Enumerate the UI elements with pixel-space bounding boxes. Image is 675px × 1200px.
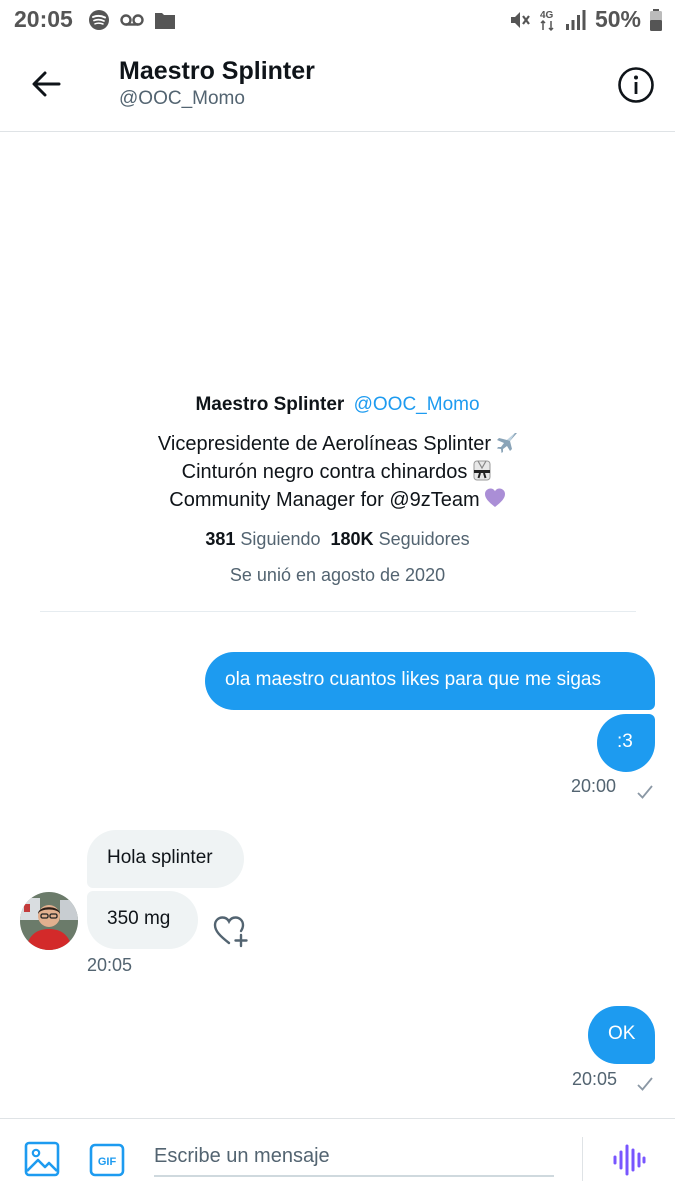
spotify-icon [89,10,109,30]
check-icon [637,785,653,799]
voice-message-button[interactable] [612,1143,646,1177]
arrow-left-icon [32,71,61,97]
divider [582,1137,583,1181]
profile-joined-date: Se unió en agosto de 2020 [229,565,446,585]
info-button[interactable] [617,66,655,104]
profile-bio: Vicepresidente de Aerolíneas Splinter Ci… [0,430,675,514]
add-gif-button[interactable]: GIF [89,1143,125,1177]
heart-plus-icon [213,916,248,948]
followers-count[interactable]: 180K [331,529,374,549]
bio-line-1: Vicepresidente de Aerolíneas Splinter [157,433,492,455]
info-icon [618,67,654,103]
battery-percent: 50% [594,6,641,32]
followers-label[interactable]: Seguidores [379,529,470,549]
avatar[interactable] [20,892,78,950]
bio-line-2: Cinturón negro contra chinardos [181,461,468,483]
airplane-emoji-icon [497,433,518,453]
folder-icon [155,13,175,29]
voicemail-icon [120,14,144,26]
voice-waveform-icon [613,1144,646,1176]
message-timestamp: 20:00 [571,776,617,796]
avatar-image [20,892,78,950]
divider [40,611,636,612]
svg-text:4G: 4G [540,10,554,21]
sent-message[interactable]: :3 [597,714,655,772]
status-time: 20:05 [14,6,73,32]
purple-heart-emoji-icon [484,488,505,507]
add-media-button[interactable] [24,1141,60,1177]
signal-icon [565,9,586,30]
back-button[interactable] [26,64,66,104]
header-handle[interactable]: @OOC_Momo [119,88,245,110]
image-icon [24,1141,60,1177]
header-name[interactable]: Maestro Splinter [119,57,315,86]
add-reaction-button[interactable] [212,912,252,952]
check-icon [637,1077,653,1091]
status-bar: 20:05 4G 50% [0,0,675,40]
message-timestamp: 20:05 [87,955,133,975]
sent-message[interactable]: ola maestro cuantos likes para que me si… [205,652,655,710]
received-message[interactable]: Hola splinter [87,830,244,888]
bio-line-3: Community Manager for @9zTeam [169,489,480,511]
profile-handle[interactable]: @OOC_Momo [354,394,480,415]
profile-card: Maestro Splinter @OOC_Momo Vicepresident… [0,390,675,590]
message-input[interactable] [154,1133,554,1173]
message-timestamp: 20:05 [572,1069,618,1089]
battery-icon [650,8,662,31]
mute-icon [510,11,530,28]
svg-text:GIF: GIF [98,1156,117,1168]
martial-arts-uniform-emoji-icon [473,460,491,481]
sent-message[interactable]: OK [588,1006,655,1064]
following-count[interactable]: 381 [205,529,235,549]
conversation-header: Maestro Splinter @OOC_Momo [0,40,675,132]
profile-name[interactable]: Maestro Splinter [195,394,344,415]
following-label[interactable]: Siguiendo [240,529,320,549]
profile-stats: 381 Siguiendo 180K Seguidores [0,524,675,554]
received-message[interactable]: 350 mg [87,891,198,949]
message-composer: GIF [0,1118,675,1200]
data-4g-icon: 4G [540,10,554,31]
gif-icon: GIF [89,1143,125,1177]
